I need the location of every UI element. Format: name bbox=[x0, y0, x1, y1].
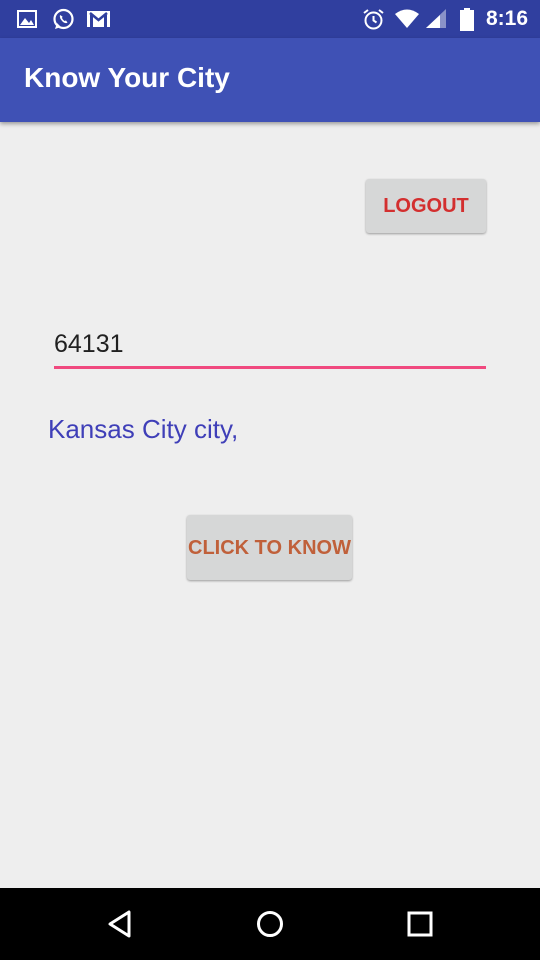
zip-code-input[interactable] bbox=[54, 322, 486, 369]
logout-button[interactable]: LOGOUT bbox=[366, 179, 486, 233]
wifi-icon bbox=[394, 8, 420, 35]
alarm-icon bbox=[362, 8, 385, 36]
gmail-icon bbox=[86, 8, 111, 35]
back-icon[interactable] bbox=[103, 907, 137, 941]
battery-icon bbox=[460, 8, 474, 36]
status-time: 8:16 bbox=[485, 7, 528, 30]
app-bar: Know Your City bbox=[0, 38, 540, 122]
city-result-text: Kansas City city, bbox=[48, 414, 239, 444]
home-icon[interactable] bbox=[253, 907, 287, 941]
signal-icon bbox=[424, 8, 448, 35]
recents-icon[interactable] bbox=[403, 907, 437, 941]
image-icon bbox=[16, 8, 38, 35]
navigation-bar bbox=[0, 888, 540, 960]
status-bar: 8:16 bbox=[0, 0, 540, 38]
whatsapp-icon bbox=[52, 8, 75, 36]
click-to-know-button[interactable]: CLICK TO KNOW bbox=[187, 515, 352, 580]
app-title: Know Your City bbox=[24, 62, 230, 93]
